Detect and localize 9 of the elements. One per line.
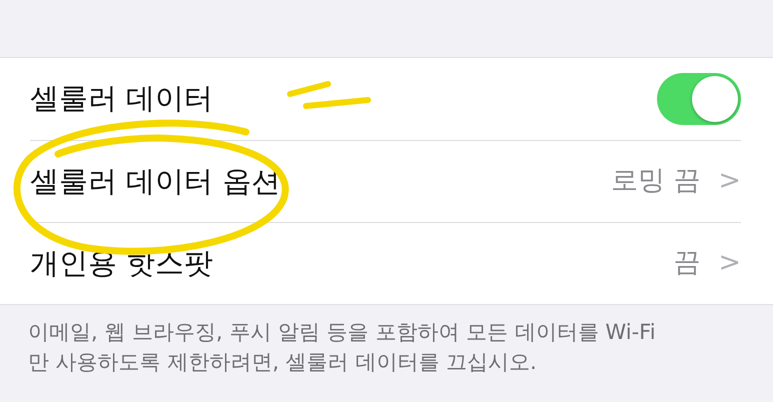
row-value: 로밍 끔 bbox=[610, 164, 700, 198]
chevron-icon: > bbox=[718, 161, 741, 202]
row-label: 셀룰러 데이터 bbox=[30, 80, 214, 118]
row-label: 셀룰러 데이터 옵션 bbox=[30, 162, 280, 200]
footer-note: 이메일, 웹 브라우징, 푸시 알림 등을 포함하여 모든 데이터를 Wi-Fi만 사용하도록 제한하려면, 셀룰러 데이터를 끄십시오. bbox=[27, 319, 657, 376]
toggle-switch[interactable] bbox=[657, 73, 741, 125]
chevron-icon: > bbox=[718, 243, 741, 284]
row-label: 개인용 핫스팟 bbox=[30, 244, 214, 282]
row-value: 끔 bbox=[673, 246, 700, 280]
